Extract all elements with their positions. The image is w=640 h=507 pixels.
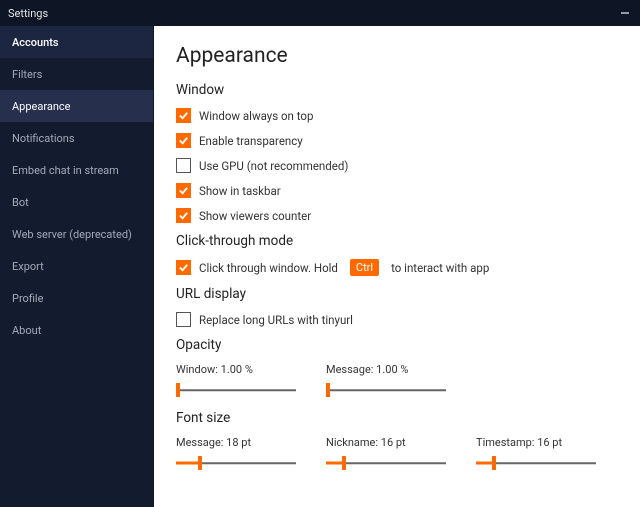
sidebar-item-label: Accounts <box>12 36 59 49</box>
checkbox-show-viewers[interactable] <box>176 208 191 223</box>
sidebar-item-notifications[interactable]: Notifications <box>0 122 153 154</box>
label-transparency: Enable transparency <box>199 134 303 148</box>
fontsize-message-slider[interactable] <box>176 455 296 471</box>
row-always-on-top: Window always on top <box>176 108 618 123</box>
checkbox-show-taskbar[interactable] <box>176 183 191 198</box>
checkbox-use-gpu[interactable] <box>176 158 191 173</box>
checkbox-always-on-top[interactable] <box>176 108 191 123</box>
checkbox-transparency[interactable] <box>176 133 191 148</box>
sidebar-item-label: Filters <box>12 68 42 81</box>
opacity-message-label: Message: 1.00 % <box>326 363 446 376</box>
window-title: Settings <box>8 7 48 20</box>
minimize-button[interactable] <box>616 4 634 22</box>
sidebar: Accounts Filters Appearance Notification… <box>0 26 154 507</box>
sidebar-item-accounts[interactable]: Accounts <box>0 26 153 58</box>
label-tinyurl: Replace long URLs with tinyurl <box>199 313 353 327</box>
row-use-gpu: Use GPU (not recommended) <box>176 158 618 173</box>
group-fontsize-title: Font size <box>176 410 618 426</box>
window-controls <box>616 0 634 26</box>
fontsize-message-cell: Message: 18 pt <box>176 436 296 471</box>
fontsize-timestamp-cell: Timestamp: 16 pt <box>476 436 596 471</box>
group-clickthrough-title: Click-through mode <box>176 233 618 249</box>
sidebar-item-bot[interactable]: Bot <box>0 186 153 218</box>
row-show-taskbar: Show in taskbar <box>176 183 618 198</box>
sidebar-item-embed[interactable]: Embed chat in stream <box>0 154 153 186</box>
row-show-viewers: Show viewers counter <box>176 208 618 223</box>
group-url-title: URL display <box>176 286 618 302</box>
title-bar: Settings <box>0 0 640 26</box>
fontsize-timestamp-slider[interactable] <box>476 455 596 471</box>
group-opacity-title: Opacity <box>176 337 618 353</box>
fontsize-message-label: Message: 18 pt <box>176 436 296 449</box>
checkbox-clickthrough[interactable] <box>176 260 191 275</box>
opacity-window-cell: Window: 1.00 % <box>176 363 296 398</box>
fontsize-timestamp-label: Timestamp: 16 pt <box>476 436 596 449</box>
checkbox-tinyurl[interactable] <box>176 312 191 327</box>
fontsize-nickname-cell: Nickname: 16 pt <box>326 436 446 471</box>
content-panel: Appearance Window Window always on top E… <box>154 26 640 507</box>
sidebar-item-label: Appearance <box>12 100 71 113</box>
key-badge-ctrl: Ctrl <box>350 259 379 276</box>
opacity-message-cell: Message: 1.00 % <box>326 363 446 398</box>
sidebar-item-label: Notifications <box>12 132 75 145</box>
row-transparency: Enable transparency <box>176 133 618 148</box>
group-window-title: Window <box>176 82 618 98</box>
opacity-message-slider[interactable] <box>326 382 446 398</box>
sidebar-item-webserver[interactable]: Web server (deprecated) <box>0 218 153 250</box>
sidebar-item-label: Export <box>12 260 44 273</box>
sidebar-item-appearance[interactable]: Appearance <box>0 90 153 122</box>
opacity-window-label: Window: 1.00 % <box>176 363 296 376</box>
opacity-sliders: Window: 1.00 % Message: 1.00 % <box>176 363 618 398</box>
fontsize-sliders: Message: 18 pt Nickname: 16 pt Timestamp… <box>176 436 618 471</box>
sidebar-item-label: About <box>12 324 41 337</box>
sidebar-item-label: Web server (deprecated) <box>12 228 132 241</box>
row-clickthrough: Click through window. Hold Ctrl to inter… <box>176 259 618 276</box>
sidebar-item-export[interactable]: Export <box>0 250 153 282</box>
sidebar-item-label: Embed chat in stream <box>12 164 119 177</box>
label-show-taskbar: Show in taskbar <box>199 184 281 198</box>
label-clickthrough-pre: Click through window. Hold <box>199 261 338 275</box>
sidebar-item-about[interactable]: About <box>0 314 153 346</box>
opacity-window-slider[interactable] <box>176 382 296 398</box>
sidebar-item-label: Bot <box>12 196 29 209</box>
sidebar-item-label: Profile <box>12 292 43 305</box>
row-tinyurl: Replace long URLs with tinyurl <box>176 312 618 327</box>
sidebar-item-filters[interactable]: Filters <box>0 58 153 90</box>
fontsize-nickname-slider[interactable] <box>326 455 446 471</box>
sidebar-item-profile[interactable]: Profile <box>0 282 153 314</box>
fontsize-nickname-label: Nickname: 16 pt <box>326 436 446 449</box>
label-always-on-top: Window always on top <box>199 109 313 123</box>
label-show-viewers: Show viewers counter <box>199 209 311 223</box>
label-clickthrough-post: to interact with app <box>391 261 489 275</box>
label-use-gpu: Use GPU (not recommended) <box>199 159 348 173</box>
main-area: Accounts Filters Appearance Notification… <box>0 26 640 507</box>
page-title: Appearance <box>176 44 618 68</box>
